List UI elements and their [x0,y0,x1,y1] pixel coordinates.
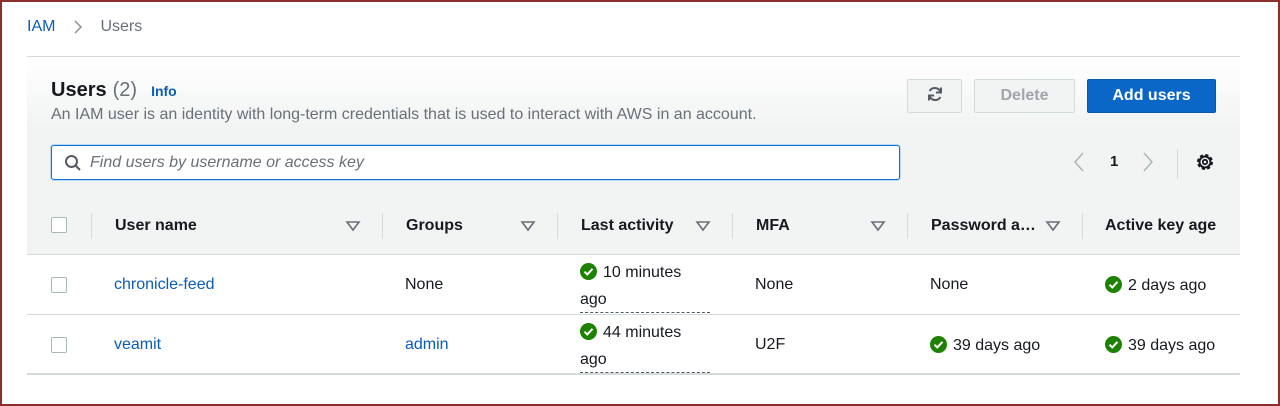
column-header-last-activity[interactable]: Last activity [581,217,673,235]
active-key-age-value: 39 days ago [1105,336,1215,358]
column-header-groups[interactable]: Groups [406,217,463,235]
select-all-checkbox[interactable] [51,217,67,233]
page-description: An IAM user is an identity with long-ter… [51,106,757,123]
active-key-age-text: 2 days ago [1128,277,1207,294]
search-field[interactable] [51,145,900,180]
search-input[interactable] [90,146,890,179]
title-text: Users [51,79,107,101]
row-checkbox[interactable] [51,337,67,353]
row-checkbox[interactable] [51,277,67,293]
refresh-icon [926,85,944,108]
page-number[interactable]: 1 [1110,153,1118,170]
column-divider [557,213,558,239]
last-activity-line: 44 minutes [580,321,710,348]
table-bottom-border [27,373,1240,375]
add-users-button[interactable]: Add users [1087,79,1216,113]
column-header-active-key-age[interactable]: Active key age [1105,217,1216,235]
next-page-icon[interactable] [1142,151,1154,178]
column-header-mfa[interactable]: MFA [756,217,790,235]
last-activity-suffix: ago [580,351,607,368]
password-age-text: 39 days ago [953,337,1041,354]
column-divider [1082,213,1083,239]
active-key-age-text: 39 days ago [1128,337,1216,354]
check-circle-icon [580,323,597,348]
sort-caret-icon[interactable] [695,219,711,237]
column-divider [382,213,383,239]
users-panel: Users (2) Info An IAM user is an identit… [27,57,1240,375]
table-header: User name Groups Last activity MFA Passw… [27,197,1240,255]
last-activity-text: 44 minutes [603,324,682,341]
active-key-age-value: 2 days ago [1105,276,1206,298]
last-activity-value[interactable]: 44 minutes ago [580,321,710,373]
mfa-value: U2F [755,336,786,353]
column-header-password-age[interactable]: Password a… [931,217,1036,235]
check-circle-icon [1105,276,1122,298]
user-name-link[interactable]: veamit [114,336,161,354]
last-activity-text: 10 minutes [603,264,682,281]
check-circle-icon [930,336,947,358]
column-divider [91,213,92,239]
info-link[interactable]: Info [151,83,177,99]
column-header-user-name[interactable]: User name [115,217,197,235]
sort-caret-icon[interactable] [1045,219,1061,237]
sort-caret-icon[interactable] [345,219,361,237]
pagination-divider [1177,149,1178,179]
user-count: (2) [112,79,138,101]
last-activity-suffix: ago [580,291,607,308]
last-activity-value[interactable]: 10 minutes ago [580,261,710,313]
page-title: Users (2) Info [51,79,177,102]
previous-page-icon[interactable] [1073,151,1085,178]
password-age-value: 39 days ago [930,336,1040,358]
sort-caret-icon[interactable] [520,219,536,237]
breadcrumb-iam-link[interactable]: IAM [27,18,55,36]
user-name-link[interactable]: chronicle-feed [114,276,215,294]
password-age-value: None [930,276,969,293]
check-circle-icon [580,263,597,288]
gear-icon[interactable] [1194,151,1216,178]
table-row: veamit admin 44 minutes ago U2F 39 days … [27,315,1240,375]
last-activity-line: 10 minutes [580,261,710,288]
mfa-value: None [755,276,794,293]
refresh-button[interactable] [907,79,962,113]
delete-button[interactable]: Delete [974,79,1075,113]
groups-value: None [405,276,444,293]
breadcrumb: IAM Users [27,16,142,38]
table-row: chronicle-feed None 10 minutes ago None … [27,255,1240,315]
column-divider [732,213,733,239]
column-divider [907,213,908,239]
check-circle-icon [1105,336,1122,358]
chevron-right-icon [73,20,83,34]
breadcrumb-current: Users [100,18,143,35]
sort-caret-icon[interactable] [870,219,886,237]
search-icon [64,154,82,177]
group-link[interactable]: admin [405,336,449,354]
